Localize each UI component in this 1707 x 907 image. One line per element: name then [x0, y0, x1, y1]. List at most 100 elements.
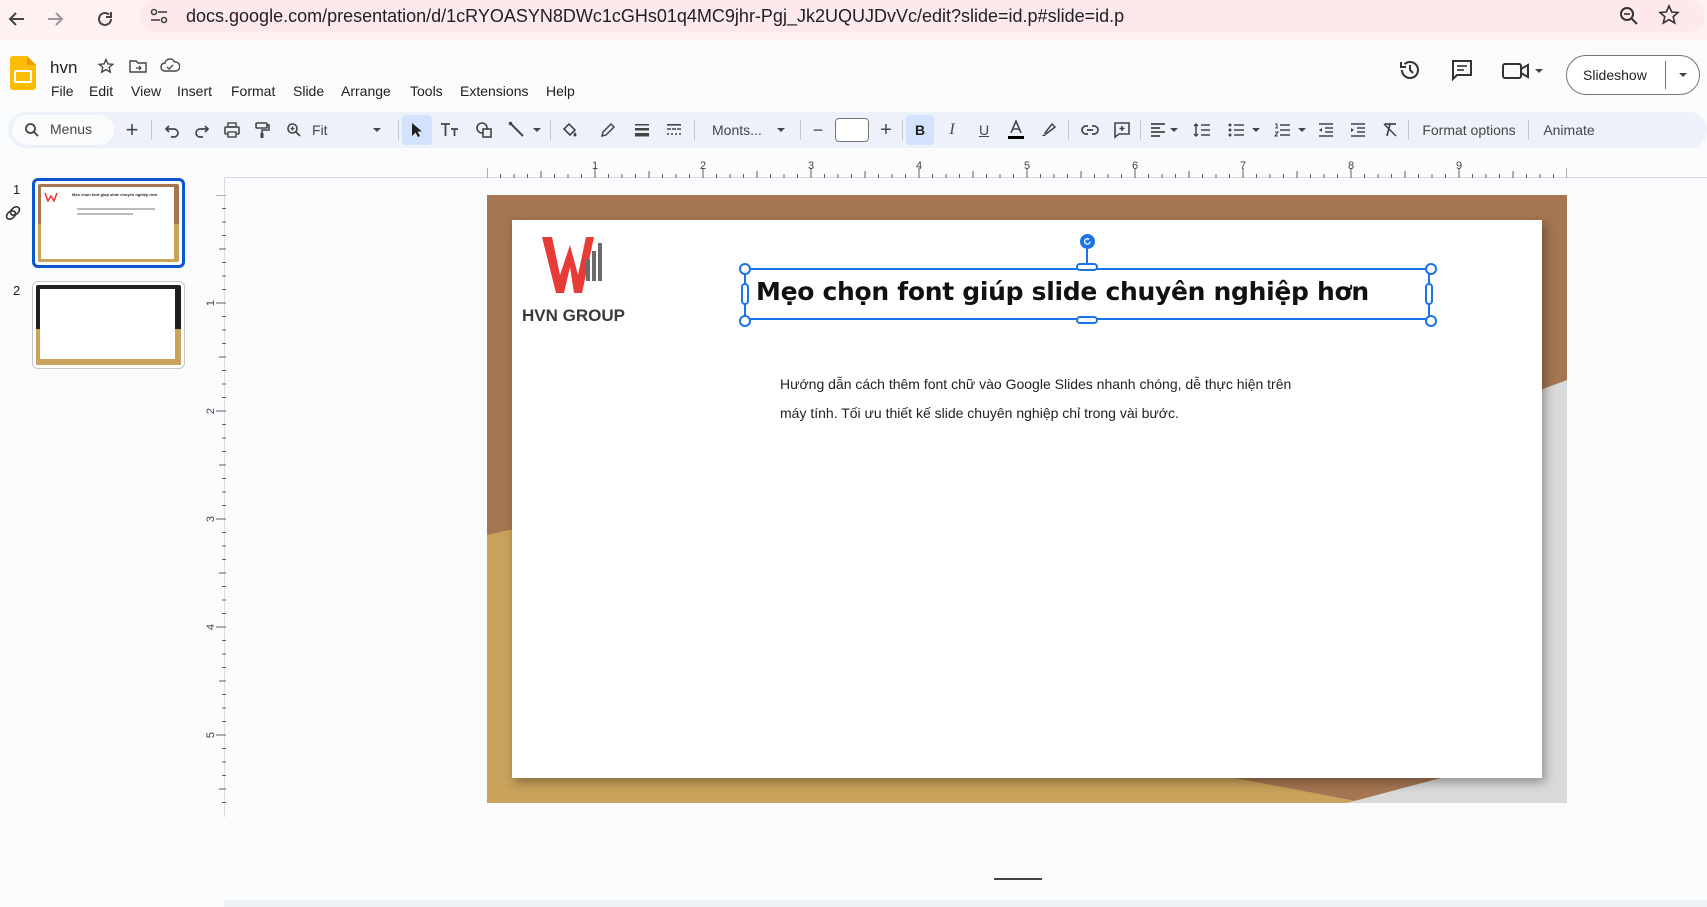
format-options-button[interactable]: Format options — [1414, 115, 1524, 145]
document-title[interactable]: hvn — [50, 58, 77, 78]
zoom-label: Fit — [312, 122, 328, 138]
zoom-dropdown-icon[interactable] — [370, 115, 384, 145]
rotate-handle-icon[interactable] — [1080, 234, 1095, 249]
notes-drag-handle[interactable] — [994, 878, 1042, 880]
bookmark-star-icon[interactable] — [1658, 4, 1680, 31]
toolbar-separator — [1068, 120, 1069, 140]
undo-icon[interactable] — [158, 115, 186, 145]
font-label: Monts... — [712, 122, 762, 138]
decrease-font-size-icon[interactable]: − — [806, 115, 830, 145]
border-dash-icon[interactable] — [660, 115, 688, 145]
menu-tools[interactable]: Tools — [410, 83, 443, 99]
redo-icon[interactable] — [188, 115, 216, 145]
line-spacing-icon[interactable] — [1188, 115, 1216, 145]
slide-thumbnail-2[interactable] — [32, 281, 185, 369]
shape-icon[interactable] — [470, 115, 498, 145]
slide-body-line[interactable]: máy tính. Tối ưu thiết kế slide chuyên n… — [780, 405, 1179, 421]
ruler-number: 6 — [1132, 160, 1139, 172]
slide-body-line[interactable]: Hướng dẫn cách thêm font chữ vào Google … — [780, 376, 1291, 392]
add-comment-icon[interactable] — [1108, 115, 1136, 145]
resize-handle-top-right[interactable] — [1425, 263, 1437, 275]
forward-icon[interactable] — [40, 4, 70, 34]
search-icon — [24, 122, 40, 143]
text-color-icon[interactable] — [1002, 115, 1030, 145]
animate-button[interactable]: Animate — [1534, 115, 1604, 145]
font-size-input[interactable] — [835, 118, 869, 142]
horizontal-scrollbar[interactable] — [224, 900, 1707, 907]
resize-handle-bottom[interactable] — [1076, 316, 1098, 324]
align-dropdown-icon[interactable] — [1168, 115, 1180, 145]
resize-handle-bottom-right[interactable] — [1425, 315, 1437, 327]
clear-formatting-icon[interactable] — [1376, 115, 1404, 145]
ruler-number: 4 — [205, 623, 218, 631]
numbered-list-dropdown-icon[interactable] — [1296, 115, 1308, 145]
menu-file[interactable]: File — [51, 83, 74, 99]
menu-view[interactable]: View — [131, 83, 161, 99]
version-history-icon[interactable] — [1398, 58, 1422, 87]
numbered-list-icon[interactable] — [1268, 115, 1296, 145]
thumbnail-card — [40, 289, 175, 359]
slide-number: 2 — [13, 283, 21, 298]
bulleted-list-dropdown-icon[interactable] — [1250, 115, 1262, 145]
thumbnail-title: Mẹo chọn font giúp slide chuyên nghiệp h… — [72, 192, 158, 197]
resize-handle-top[interactable] — [1076, 263, 1098, 271]
increase-font-size-icon[interactable]: + — [874, 115, 898, 145]
new-slide-icon[interactable]: + — [118, 115, 146, 145]
zoom-in-icon[interactable] — [280, 115, 308, 145]
slide-thumbnail-1[interactable]: Mẹo chọn font giúp slide chuyên nghiệp h… — [32, 178, 185, 268]
menu-edit[interactable]: Edit — [89, 83, 113, 99]
underline-icon[interactable]: U — [970, 115, 998, 145]
border-color-icon[interactable] — [594, 115, 622, 145]
ruler-number: 1 — [205, 299, 218, 307]
ruler-number: 8 — [1348, 160, 1355, 172]
menu-format[interactable]: Format — [231, 83, 275, 99]
slideshow-dropdown-icon[interactable] — [1675, 67, 1691, 88]
star-icon[interactable] — [97, 57, 115, 79]
paint-format-icon[interactable] — [248, 115, 276, 145]
bulleted-list-icon[interactable] — [1222, 115, 1250, 145]
menu-extensions[interactable]: Extensions — [460, 83, 528, 99]
ruler-number: 7 — [1240, 160, 1247, 172]
line-tool-icon[interactable] — [503, 115, 531, 145]
move-folder-icon[interactable] — [129, 58, 147, 79]
resize-handle-left[interactable] — [741, 283, 749, 305]
toolbar-separator — [398, 120, 399, 140]
back-icon[interactable] — [2, 4, 32, 34]
slides-logo-icon[interactable] — [10, 56, 36, 95]
text-box-icon[interactable] — [436, 115, 464, 145]
meet-video-icon[interactable] — [1502, 60, 1546, 87]
menu-arrange[interactable]: Arrange — [341, 83, 391, 99]
menu-slide[interactable]: Slide — [293, 83, 324, 99]
resize-handle-top-left[interactable] — [739, 263, 751, 275]
fill-color-icon[interactable] — [556, 115, 584, 145]
line-dropdown-icon[interactable] — [530, 115, 544, 145]
hvn-logo-icon[interactable] — [542, 235, 606, 298]
zoom-icon[interactable] — [1618, 5, 1640, 32]
menus-search[interactable]: Menus — [12, 115, 114, 145]
select-tool-icon[interactable] — [402, 115, 432, 145]
insert-link-icon[interactable] — [1076, 115, 1104, 145]
font-dropdown-icon[interactable] — [774, 115, 788, 145]
thumbnail-logo — [44, 189, 58, 207]
increase-indent-icon[interactable] — [1344, 115, 1372, 145]
bold-icon[interactable]: B — [906, 115, 934, 145]
border-weight-icon[interactable] — [628, 115, 656, 145]
italic-icon[interactable]: I — [938, 115, 966, 145]
comments-icon[interactable] — [1450, 58, 1474, 87]
thumbnail-text-line — [77, 213, 133, 215]
slideshow-button[interactable]: Slideshow — [1566, 55, 1700, 95]
resize-handle-right[interactable] — [1425, 283, 1433, 305]
site-settings-icon[interactable] — [148, 5, 170, 32]
resize-handle-bottom-left[interactable] — [739, 315, 751, 327]
reload-icon[interactable] — [90, 4, 120, 34]
menu-insert[interactable]: Insert — [177, 83, 212, 99]
ruler-number: 2 — [205, 407, 218, 415]
print-icon[interactable] — [218, 115, 246, 145]
toolbar-separator — [902, 120, 903, 140]
menu-help[interactable]: Help — [546, 83, 575, 99]
cloud-saved-icon[interactable] — [160, 58, 181, 79]
ruler-number: 3 — [808, 160, 815, 172]
highlight-color-icon[interactable] — [1036, 115, 1064, 145]
slide-canvas[interactable]: HVN GROUP Mẹo chọn font giúp slide chuyê… — [487, 195, 1567, 803]
decrease-indent-icon[interactable] — [1312, 115, 1340, 145]
